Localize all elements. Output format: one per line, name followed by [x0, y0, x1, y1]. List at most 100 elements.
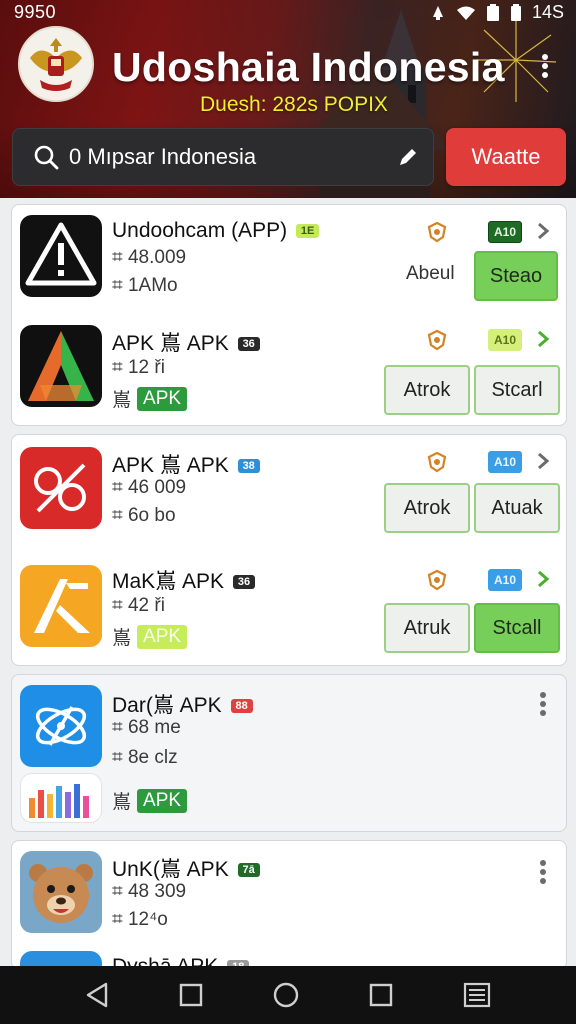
secondary-action-button[interactable]: Atrok	[384, 365, 470, 415]
notification-icon	[432, 5, 443, 20]
app-meta-size: ⌗ 42 ři	[112, 595, 165, 616]
search-input[interactable]: 0 Mıpsar Indonesia	[12, 128, 434, 186]
list-item[interactable]: APK 嶌 APK 38 ⌗ 46 009 ⌗ 6o bo A10 Atrok …	[12, 435, 566, 545]
pencil-icon[interactable]	[397, 146, 419, 168]
app-name-text: APK 嶌 APK	[112, 332, 229, 355]
app-name: APK 嶌 APK 38	[112, 449, 260, 479]
search-text: 0 Mıpsar Indonesia	[69, 144, 257, 169]
primary-action-button[interactable]: Stcarl	[474, 365, 560, 415]
app-meta-flag: 嶌 APK	[112, 385, 188, 412]
flag-prefix: 嶌	[112, 628, 132, 649]
more-options-icon[interactable]	[536, 52, 554, 82]
chevron-right-icon[interactable]	[534, 221, 552, 241]
app-meta-count: ⌗ 8e clz	[112, 747, 178, 768]
app-card: UnK(嶌 APK 7ā ⌗ 48 309 ⌗ 12⁴o Dyshā APK 1…	[11, 840, 567, 970]
primary-action-button[interactable]: Stcall	[474, 603, 560, 653]
app-card: APK 嶌 APK 38 ⌗ 46 009 ⌗ 6o bo A10 Atrok …	[11, 434, 567, 666]
atom-icon	[20, 685, 102, 767]
menu-icon[interactable]	[462, 981, 492, 1009]
version-badge: A10	[488, 569, 522, 591]
status-icons: 14S	[430, 2, 564, 23]
app-meta-size: ⌗ 48 309	[112, 881, 187, 902]
home-circle-icon[interactable]	[272, 981, 300, 1009]
tag-badge: 88	[230, 699, 253, 713]
x-logo-icon	[20, 565, 102, 647]
app-subtitle: Duesh: 282s POPIX	[200, 93, 388, 116]
link-icon	[20, 447, 102, 529]
app-name-text: APK 嶌 APK	[112, 454, 229, 477]
app-meta-size: ⌗ 48.009	[112, 247, 187, 268]
app-meta-size: ⌗ 12 ři	[112, 357, 165, 378]
list-item[interactable]: UnK(嶌 APK 7ā ⌗ 48 309 ⌗ 12⁴o Dyshā APK 1…	[12, 841, 566, 969]
tag-badge: 36	[232, 575, 256, 589]
header-action-button[interactable]: Waatte	[446, 128, 566, 186]
bear-icon	[20, 851, 102, 933]
shield-icon	[427, 221, 447, 243]
version-badge: A10	[488, 451, 522, 473]
app-name-text: MaK嶌 APK	[112, 570, 225, 593]
list-item[interactable]: MaK嶌 APK 36 ⌗ 42 ři 嶌 APK A10 Atruk Stca…	[12, 551, 566, 661]
back-icon[interactable]	[84, 981, 110, 1009]
list-item[interactable]: Dar(嶌 APK 88 ⌗ 68 me ⌗ 8e clz 嶌 APK	[12, 675, 566, 831]
more-options-icon[interactable]	[538, 691, 548, 719]
home-square-icon[interactable]	[179, 983, 203, 1007]
tag-badge: 38	[237, 459, 260, 473]
battery-icon	[510, 3, 521, 21]
shield-icon	[427, 329, 447, 351]
app-name-text: UnK(嶌 APK	[112, 858, 229, 881]
apk-badge: APK	[137, 386, 188, 411]
app-card: Dar(嶌 APK 88 ⌗ 68 me ⌗ 8e clz 嶌 APK	[11, 674, 567, 832]
battery-saver-icon	[486, 3, 499, 21]
flag-prefix: 嶌	[112, 390, 132, 411]
app-meta-count: ⌗ 12⁴o	[112, 909, 168, 930]
chevron-right-icon[interactable]	[534, 569, 552, 589]
apk-badge: APK	[137, 624, 188, 649]
tag-badge: 36	[237, 337, 260, 351]
more-options-icon[interactable]	[538, 859, 548, 887]
primary-action-button[interactable]: Atuak	[474, 483, 560, 533]
garuda-emblem-icon	[18, 26, 94, 102]
shield-icon	[427, 451, 447, 473]
app-meta-size: ⌗ 46 009	[112, 477, 187, 498]
app-meta-flag: 嶌 APK	[112, 623, 188, 650]
app-name: APK 嶌 APK 36	[112, 327, 260, 357]
search-icon	[34, 145, 59, 170]
app-meta-count: ⌗ 1AMo	[112, 275, 178, 296]
apk-badge: APK	[137, 788, 188, 813]
app-name-text: Undoohcam (APP)	[112, 219, 288, 242]
list-item[interactable]: APK 嶌 APK 36 ⌗ 12 ři 嶌 APK A10 Atrok Stc…	[12, 315, 566, 425]
app-name: UnK(嶌 APK 7ā	[112, 853, 260, 883]
flag-prefix: 嶌	[112, 792, 132, 813]
version-badge: A10	[488, 221, 522, 243]
chevron-right-icon[interactable]	[534, 329, 552, 349]
app-meta-count: ⌗ 6o bo	[112, 505, 176, 526]
app-name-text: Dar(嶌 APK	[112, 694, 222, 717]
tag-badge: 1E	[295, 224, 320, 238]
version-badge: A10	[488, 329, 522, 351]
app-name: Undoohcam (APP) 1E	[112, 219, 320, 243]
app-meta-size: ⌗ 68 me	[112, 717, 181, 738]
warning-icon	[20, 215, 102, 297]
chevron-right-icon[interactable]	[534, 451, 552, 471]
secondary-action-button[interactable]: Atruk	[384, 603, 470, 653]
recents-icon[interactable]	[369, 983, 393, 1007]
app-header: 9950 14S Udoshaia Indonesia Duesh: 282s …	[0, 0, 576, 198]
navigation-bar	[0, 966, 576, 1024]
shield-icon	[427, 569, 447, 591]
status-right-text: 14S	[531, 2, 564, 22]
app-card: Undoohcam (APP) 1E ⌗ 48.009 ⌗ 1AMo A10 A…	[11, 204, 567, 426]
app-name: Dar(嶌 APK 88	[112, 689, 253, 719]
secondary-label[interactable]: Abeul	[406, 263, 455, 285]
primary-action-button[interactable]: Steao	[474, 251, 558, 301]
status-bar: 9950 14S	[0, 0, 576, 26]
app-title: Udoshaia Indonesia	[112, 44, 505, 90]
list-item[interactable]: Undoohcam (APP) 1E ⌗ 48.009 ⌗ 1AMo A10 A…	[12, 205, 566, 315]
bar-chart-icon	[20, 773, 102, 823]
status-time: 9950	[14, 2, 57, 22]
app-name: MaK嶌 APK 36	[112, 565, 256, 595]
secondary-action-button[interactable]: Atrok	[384, 483, 470, 533]
app-meta-flag: 嶌 APK	[112, 787, 188, 814]
tag-badge: 7ā	[237, 863, 260, 877]
a-logo-icon	[20, 325, 102, 407]
wifi-icon	[456, 6, 475, 20]
